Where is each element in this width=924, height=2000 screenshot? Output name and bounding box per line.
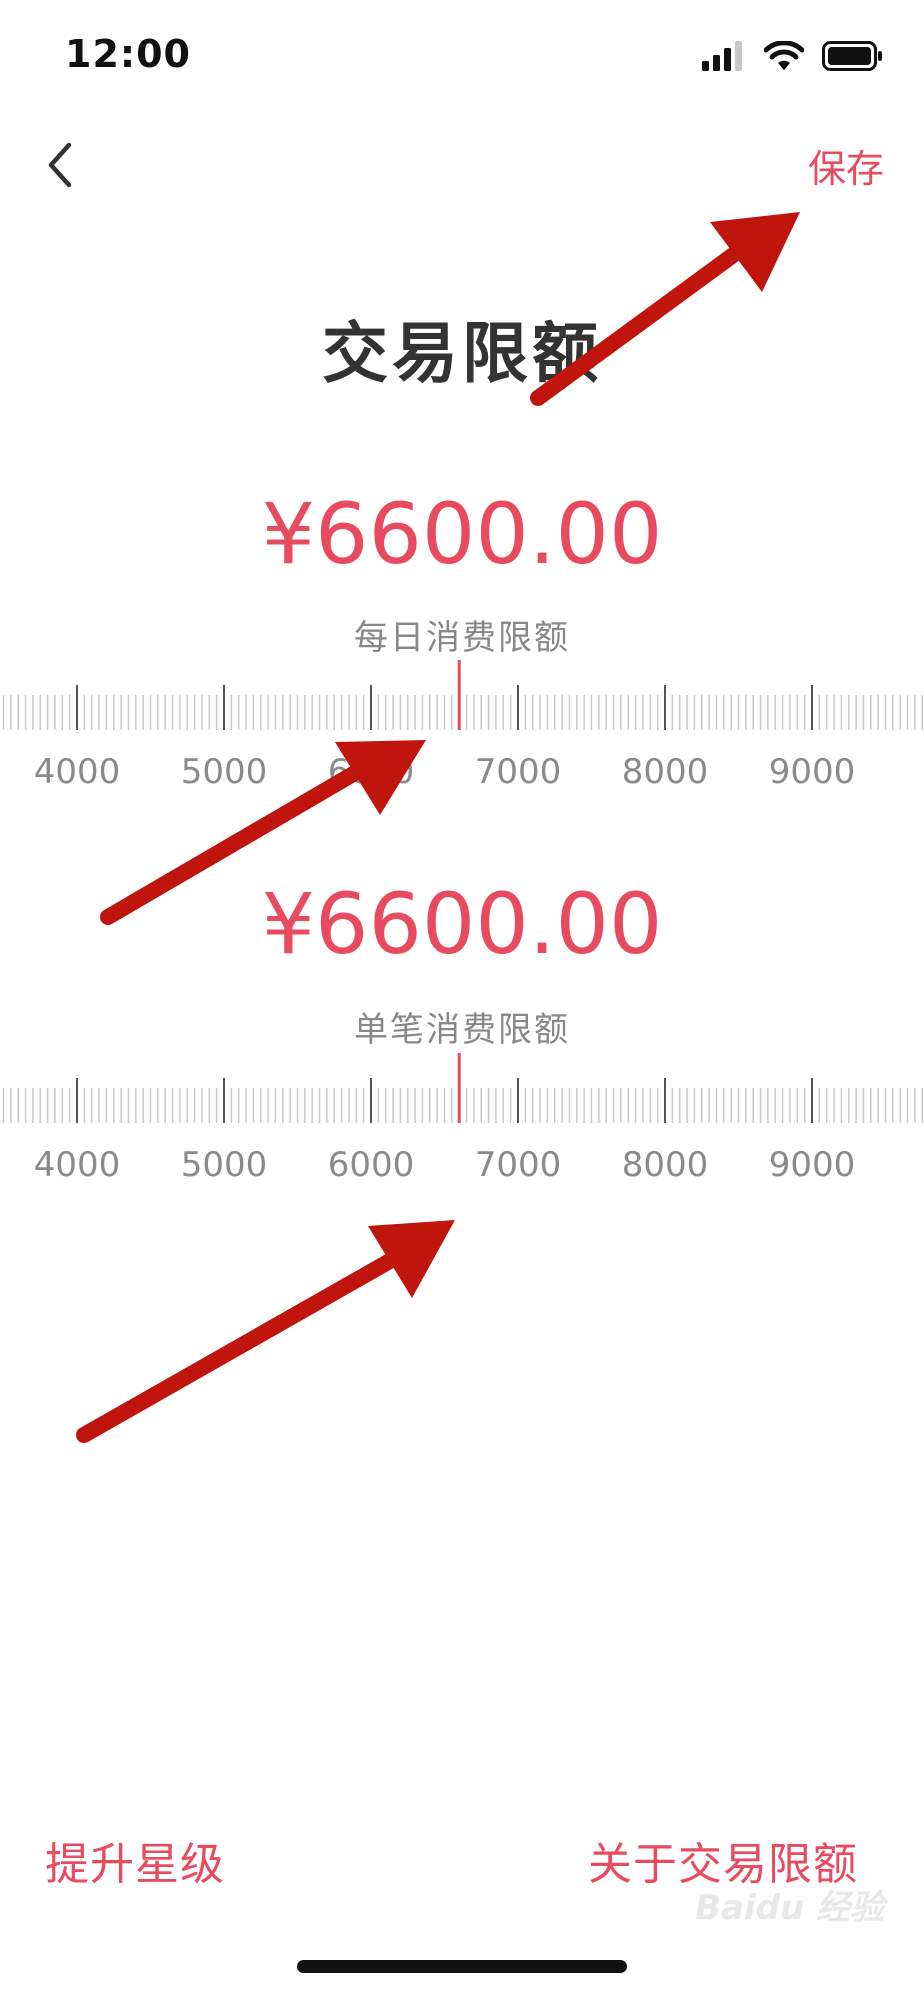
- wifi-icon: [764, 41, 804, 70]
- ruler-tick-label: 9000: [769, 1145, 856, 1185]
- status-bar: 12:00: [0, 0, 924, 110]
- ruler-tick-label: 7000: [475, 1145, 562, 1185]
- single-limit-ruler[interactable]: 4000500060007000800090001: [0, 1048, 924, 1188]
- status-time: 12:00: [65, 32, 191, 76]
- annotation-arrow-single-ruler: [76, 1220, 455, 1443]
- daily-limit-ruler[interactable]: 4000500060007000800090001: [0, 655, 924, 795]
- ruler-tick-label: 6000: [328, 1145, 415, 1185]
- ruler-tick-label: 9000: [769, 752, 856, 792]
- page-title: 交易限额: [322, 315, 602, 392]
- nav-bar: 保存: [0, 120, 924, 210]
- chevron-left-icon: [48, 142, 72, 188]
- save-button[interactable]: 保存: [808, 138, 884, 193]
- back-button[interactable]: [30, 130, 90, 200]
- ruler-tick-label: 7000: [475, 752, 562, 792]
- daily-limit-amount: ¥6600.00: [261, 485, 663, 583]
- home-indicator: [297, 1960, 627, 1973]
- single-limit-label: 单笔消费限额: [354, 1010, 570, 1050]
- signal-icon: [702, 41, 742, 71]
- ruler-tick-label: 4000: [34, 752, 121, 792]
- single-limit-amount: ¥6600.00: [261, 875, 663, 973]
- ruler-tick-label: 5000: [181, 752, 268, 792]
- status-icons: [702, 40, 884, 72]
- ruler-tick-label: 8000: [622, 752, 709, 792]
- ruler-tick-label: 8000: [622, 1145, 709, 1185]
- battery-icon: [822, 41, 882, 71]
- upgrade-star-link[interactable]: 提升星级: [45, 1828, 225, 1892]
- baidu-watermark: Baidu 经验: [695, 1888, 884, 1928]
- daily-limit-label: 每日消费限额: [354, 618, 570, 658]
- ruler-tick-label: 5000: [181, 1145, 268, 1185]
- ruler-tick-label: 4000: [34, 1145, 121, 1185]
- ruler-tick-label: 6000: [328, 752, 415, 792]
